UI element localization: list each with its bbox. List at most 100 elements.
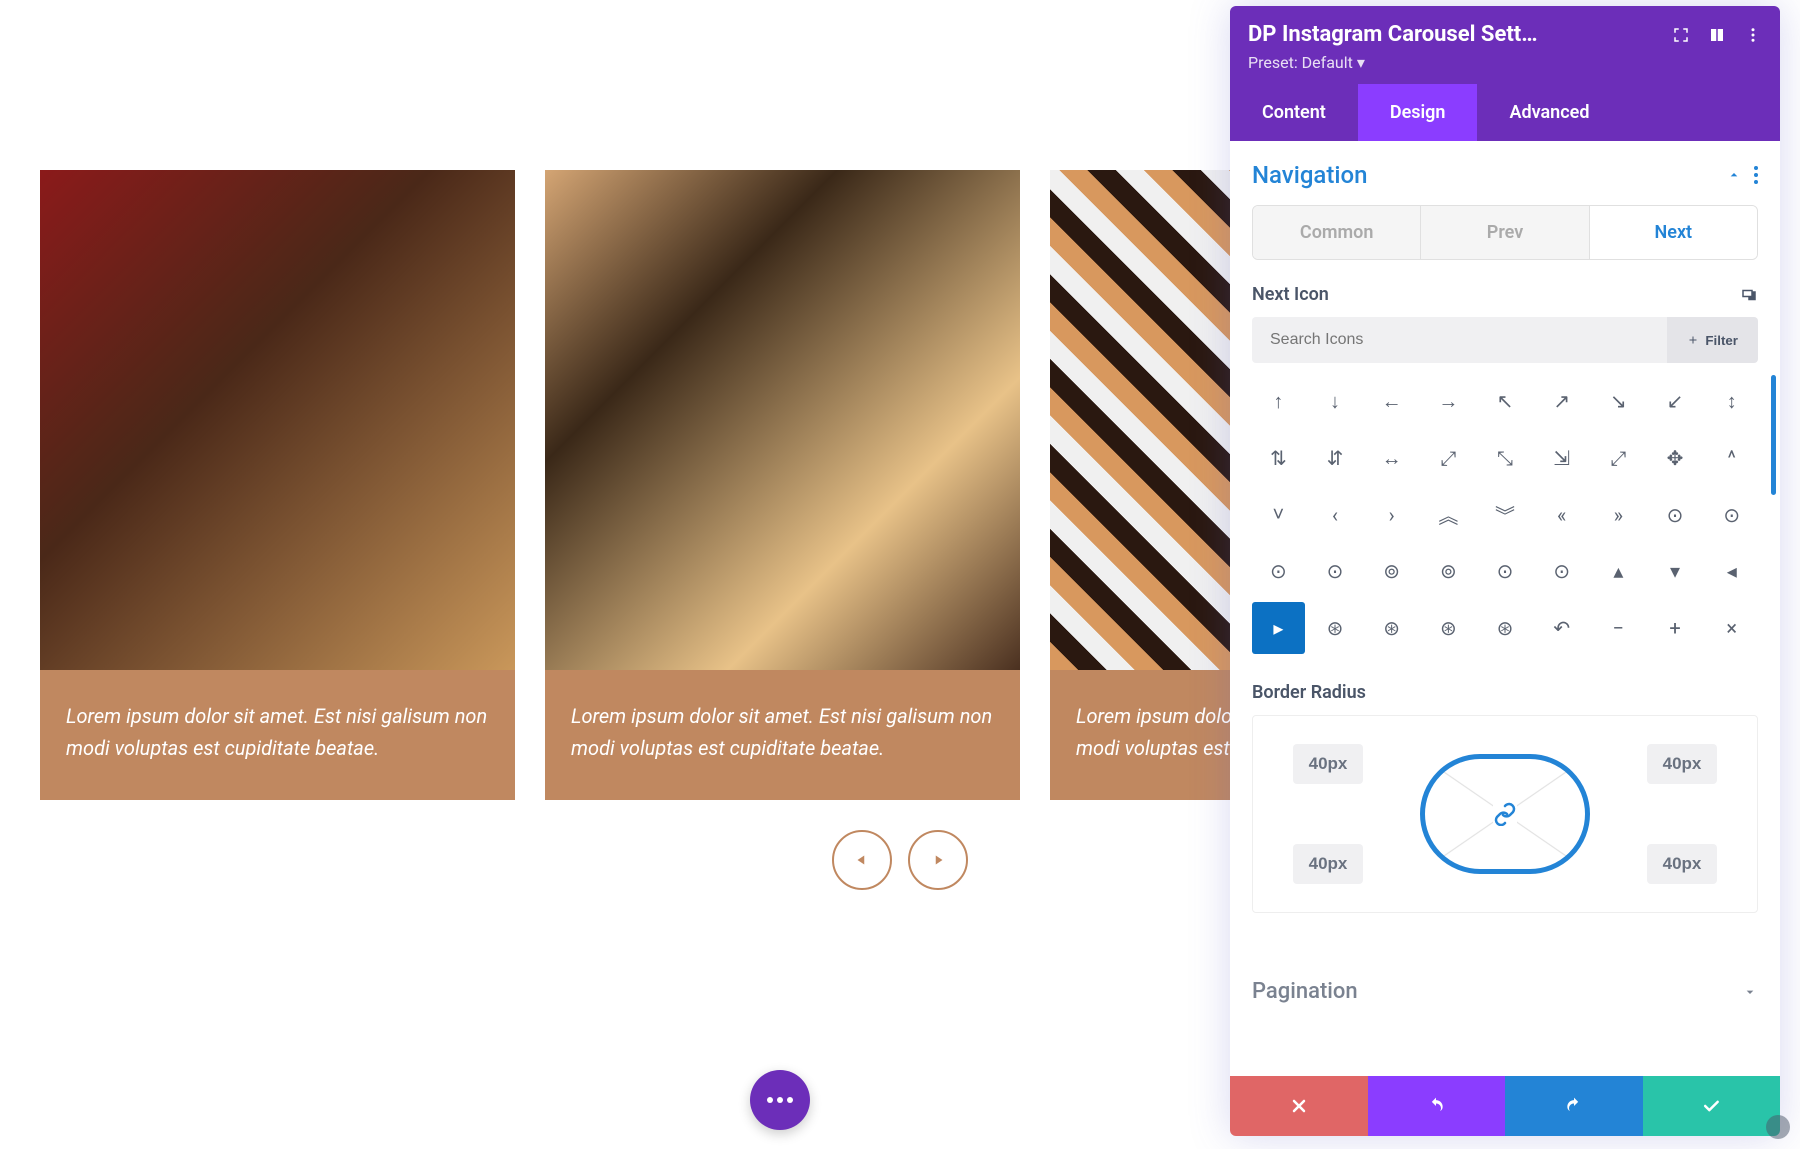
card-caption: Lorem ipsum dolor sit amet. Est nisi gal… bbox=[40, 670, 515, 800]
triangle-left-icon bbox=[853, 851, 871, 869]
more-vertical-icon[interactable] bbox=[1744, 26, 1762, 44]
icon-option[interactable]: ↓ bbox=[1309, 375, 1362, 428]
panel-title: DP Instagram Carousel Sett… bbox=[1248, 22, 1538, 47]
icon-option[interactable]: × bbox=[1705, 602, 1758, 655]
icon-option[interactable]: ⇅ bbox=[1252, 432, 1305, 485]
icon-option[interactable]: ^ bbox=[1705, 432, 1758, 485]
prev-button[interactable] bbox=[832, 830, 892, 890]
triangle-right-icon bbox=[929, 851, 947, 869]
icon-option[interactable]: ↔ bbox=[1365, 432, 1418, 485]
link-icon[interactable] bbox=[1493, 802, 1517, 826]
border-radius-preview bbox=[1420, 754, 1590, 874]
carousel-card: Lorem ipsum dolor sit amet. Est nisi gal… bbox=[545, 170, 1020, 800]
expand-icon[interactable] bbox=[1672, 26, 1690, 44]
icon-option[interactable]: + bbox=[1649, 602, 1702, 655]
icon-option[interactable]: ⊛ bbox=[1365, 602, 1418, 655]
subtab-next[interactable]: Next bbox=[1589, 206, 1757, 259]
section-navigation-header[interactable]: Navigation bbox=[1252, 161, 1758, 189]
icon-option[interactable]: ⤢ bbox=[1592, 432, 1645, 485]
dots-horizontal-icon bbox=[767, 1097, 793, 1103]
card-image bbox=[40, 170, 515, 670]
section-pagination-header[interactable]: Pagination bbox=[1252, 961, 1758, 1004]
icon-option[interactable]: ↗ bbox=[1535, 375, 1588, 428]
panel-footer bbox=[1230, 1076, 1780, 1136]
icon-option[interactable]: ✥ bbox=[1649, 432, 1702, 485]
icon-option[interactable]: ⊙ bbox=[1705, 488, 1758, 541]
more-vertical-icon[interactable] bbox=[1754, 166, 1758, 184]
icon-option[interactable]: ⊚ bbox=[1365, 545, 1418, 598]
caret-down-icon: ▾ bbox=[1357, 53, 1365, 72]
check-icon bbox=[1701, 1096, 1721, 1116]
redo-icon bbox=[1564, 1096, 1584, 1116]
icon-option[interactable]: ⊙ bbox=[1649, 488, 1702, 541]
save-button[interactable] bbox=[1643, 1076, 1781, 1136]
icon-option[interactable]: ⇵ bbox=[1309, 432, 1362, 485]
icon-option[interactable]: ⊙ bbox=[1479, 545, 1532, 598]
icon-option[interactable]: ◂ bbox=[1705, 545, 1758, 598]
tab-advanced[interactable]: Advanced bbox=[1477, 84, 1621, 141]
icon-option[interactable]: ← bbox=[1365, 375, 1418, 428]
next-button[interactable] bbox=[908, 830, 968, 890]
border-radius-label: Border Radius bbox=[1252, 682, 1366, 703]
close-icon bbox=[1289, 1096, 1309, 1116]
icon-option[interactable]: − bbox=[1592, 602, 1645, 655]
border-radius-control bbox=[1252, 715, 1758, 913]
tab-design[interactable]: Design bbox=[1358, 84, 1478, 141]
icon-option[interactable]: » bbox=[1592, 488, 1645, 541]
icon-option[interactable]: ˅ bbox=[1252, 488, 1305, 541]
border-radius-tl-input[interactable] bbox=[1293, 744, 1363, 784]
next-icon-label: Next Icon bbox=[1252, 284, 1329, 305]
search-icons-input[interactable] bbox=[1252, 317, 1667, 363]
fab-button[interactable] bbox=[750, 1070, 810, 1130]
chevron-up-icon[interactable] bbox=[1726, 167, 1742, 183]
icon-option[interactable]: → bbox=[1422, 375, 1475, 428]
chevron-down-icon bbox=[1742, 984, 1758, 1000]
responsive-icon[interactable] bbox=[1740, 286, 1758, 304]
icon-option[interactable]: ↘ bbox=[1592, 375, 1645, 428]
icon-option[interactable]: › bbox=[1365, 488, 1418, 541]
border-radius-br-input[interactable] bbox=[1647, 844, 1717, 884]
panel-body[interactable]: Navigation Common Prev Next Next Icon Fi… bbox=[1230, 141, 1780, 1076]
tab-content[interactable]: Content bbox=[1230, 84, 1358, 141]
section-title: Navigation bbox=[1252, 161, 1367, 189]
icon-option[interactable]: ︾ bbox=[1479, 488, 1532, 541]
icon-option[interactable]: ⊛ bbox=[1309, 602, 1362, 655]
columns-icon[interactable] bbox=[1708, 26, 1726, 44]
icon-option[interactable]: ↙ bbox=[1649, 375, 1702, 428]
icon-option[interactable]: ⇲ bbox=[1535, 432, 1588, 485]
icon-option[interactable]: ⊚ bbox=[1422, 545, 1475, 598]
icon-option[interactable]: ⊙ bbox=[1309, 545, 1362, 598]
help-badge[interactable] bbox=[1766, 1115, 1790, 1139]
undo-icon bbox=[1426, 1096, 1446, 1116]
icon-option[interactable]: « bbox=[1535, 488, 1588, 541]
icon-option[interactable]: ▸ bbox=[1252, 602, 1305, 655]
preset-selector[interactable]: Preset: Default ▾ bbox=[1248, 53, 1762, 72]
icon-grid: ↑↓←→↖↗↘↙↕⇅⇵↔⤢⤡⇲⤢✥^˅‹›︽︾«»⊙⊙⊙⊙⊚⊚⊙⊙▴▾◂▸⊛⊛⊛… bbox=[1252, 375, 1758, 654]
icon-option[interactable]: ⊙ bbox=[1535, 545, 1588, 598]
redo-button[interactable] bbox=[1505, 1076, 1643, 1136]
subtab-common[interactable]: Common bbox=[1253, 206, 1420, 259]
icon-option[interactable]: ⤡ bbox=[1479, 432, 1532, 485]
cancel-button[interactable] bbox=[1230, 1076, 1368, 1136]
card-image bbox=[545, 170, 1020, 670]
icon-option[interactable]: ⊙ bbox=[1252, 545, 1305, 598]
icon-option[interactable]: ▾ bbox=[1649, 545, 1702, 598]
undo-button[interactable] bbox=[1368, 1076, 1506, 1136]
icon-option[interactable]: ↖ bbox=[1479, 375, 1532, 428]
icon-option[interactable]: ↶ bbox=[1535, 602, 1588, 655]
icon-option[interactable]: ︽ bbox=[1422, 488, 1475, 541]
scroll-indicator[interactable] bbox=[1771, 375, 1776, 495]
icon-option[interactable]: ⊛ bbox=[1422, 602, 1475, 655]
border-radius-tr-input[interactable] bbox=[1647, 744, 1717, 784]
icon-option[interactable]: ↕ bbox=[1705, 375, 1758, 428]
subtab-prev[interactable]: Prev bbox=[1420, 206, 1588, 259]
settings-panel: DP Instagram Carousel Sett… Preset: Defa… bbox=[1230, 6, 1780, 1136]
icon-option[interactable]: ↑ bbox=[1252, 375, 1305, 428]
icon-option[interactable]: ⤢ bbox=[1422, 432, 1475, 485]
icon-option[interactable]: ⊛ bbox=[1479, 602, 1532, 655]
border-radius-bl-input[interactable] bbox=[1293, 844, 1363, 884]
filter-button[interactable]: Filter bbox=[1667, 317, 1758, 363]
panel-header[interactable]: DP Instagram Carousel Sett… Preset: Defa… bbox=[1230, 6, 1780, 84]
icon-option[interactable]: ‹ bbox=[1309, 488, 1362, 541]
icon-option[interactable]: ▴ bbox=[1592, 545, 1645, 598]
